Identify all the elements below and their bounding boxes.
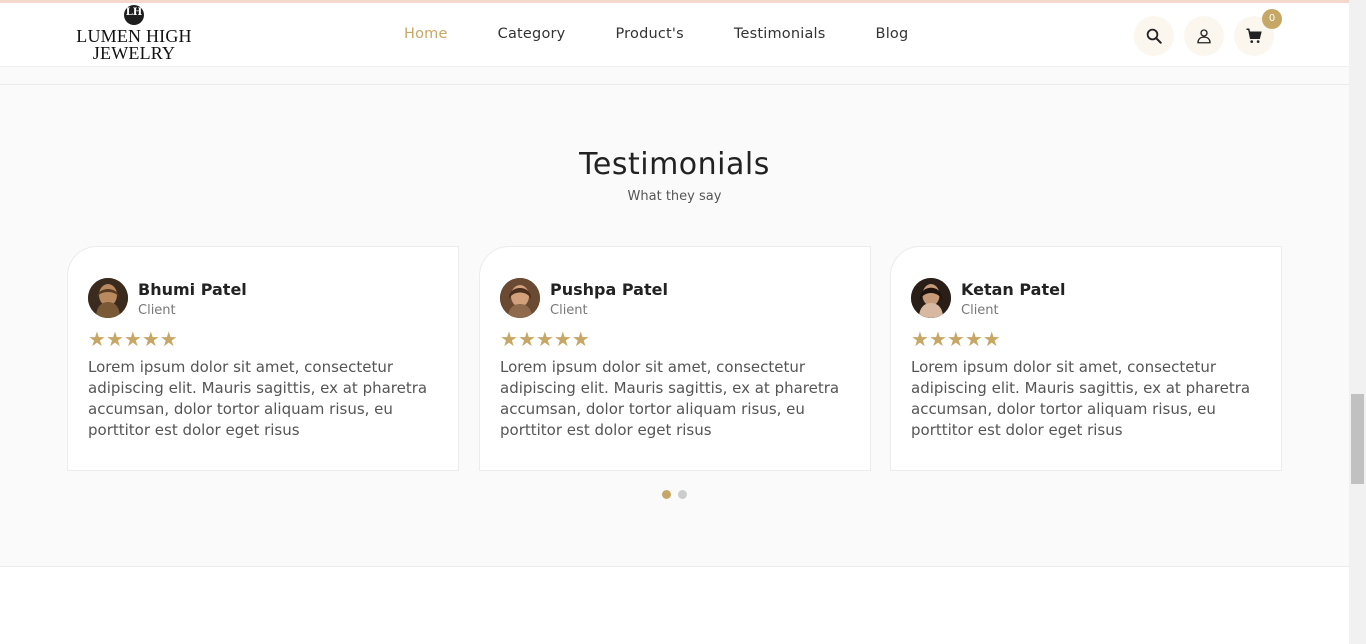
search-icon — [1146, 28, 1162, 44]
star-icon: ★ — [946, 327, 965, 351]
cart-icon — [1246, 28, 1262, 43]
site-header: LH LUMEN HIGH JEWELRY Home Category Prod… — [0, 3, 1349, 67]
reviewer-name: Bhumi Patel — [138, 280, 247, 299]
star-rating: ★ ★ ★ ★ ★ — [911, 329, 1001, 349]
star-icon: ★ — [159, 327, 178, 351]
nav-item-home[interactable]: Home — [404, 26, 448, 46]
star-icon: ★ — [105, 327, 124, 351]
page: LH LUMEN HIGH JEWELRY Home Category Prod… — [0, 0, 1349, 644]
star-rating: ★ ★ ★ ★ ★ — [500, 329, 590, 349]
avatar — [911, 278, 951, 318]
reviewer-name: Ketan Patel — [961, 280, 1066, 299]
carousel-dot[interactable] — [662, 490, 671, 499]
user-icon — [1197, 29, 1211, 44]
star-icon: ★ — [571, 327, 590, 351]
star-icon: ★ — [911, 327, 929, 351]
brand-logo[interactable]: LH LUMEN HIGH JEWELRY — [74, 5, 194, 65]
testimonial-card: Ketan Patel Client ★ ★ ★ ★ ★ Lorem ipsum dol… — [890, 246, 1282, 471]
cart-count-badge: 0 — [1262, 9, 1282, 29]
nav-item-blog[interactable]: Blog — [876, 26, 909, 46]
reviewer-role: Client — [961, 303, 999, 318]
star-icon: ★ — [964, 327, 983, 351]
reviewer-name: Pushpa Patel — [550, 280, 668, 299]
carousel-dot[interactable] — [678, 490, 687, 499]
testimonial-card: Pushpa Patel Client ★ ★ ★ ★ ★ Lorem ipsum do… — [479, 246, 871, 471]
star-icon: ★ — [553, 327, 572, 351]
nav-item-category[interactable]: Category — [498, 26, 566, 46]
section-subtitle: What they say — [627, 189, 722, 204]
avatar — [500, 278, 540, 318]
logo-mark-icon: LH — [124, 5, 144, 25]
account-button[interactable] — [1184, 16, 1224, 56]
testimonial-text: Lorem ipsum dolor sit amet, consectetur … — [500, 358, 840, 439]
testimonials-section: Testimonials What they say Bhumi Patel C… — [0, 85, 1349, 567]
scrollbar-thumb[interactable] — [1351, 394, 1364, 484]
testimonial-text: Lorem ipsum dolor sit amet, consectetur … — [88, 358, 428, 439]
star-icon: ★ — [535, 327, 554, 351]
logo-text: LUMEN HIGH JEWELRY — [76, 26, 192, 63]
star-icon: ★ — [982, 327, 1001, 351]
reviewer-role: Client — [550, 303, 588, 318]
search-button[interactable] — [1134, 16, 1174, 56]
page-scrollbar[interactable] — [1349, 0, 1366, 644]
nav-item-testimonials[interactable]: Testimonials — [734, 26, 826, 46]
star-icon: ★ — [500, 327, 518, 351]
avatar — [88, 278, 128, 318]
star-icon: ★ — [88, 327, 106, 351]
star-icon: ★ — [517, 327, 536, 351]
main-nav: Home Category Product's Testimonials Blo… — [404, 26, 958, 46]
reviewer-role: Client — [138, 303, 176, 318]
star-icon: ★ — [141, 327, 160, 351]
star-icon: ★ — [123, 327, 142, 351]
nav-item-products[interactable]: Product's — [615, 26, 683, 46]
carousel-pagination — [662, 490, 694, 499]
section-title: Testimonials — [579, 147, 770, 182]
testimonial-card: Bhumi Patel Client ★ ★ ★ ★ ★ Lorem ipsum dol… — [67, 246, 459, 471]
testimonial-text: Lorem ipsum dolor sit amet, consectetur … — [911, 358, 1251, 439]
star-icon: ★ — [928, 327, 947, 351]
star-rating: ★ ★ ★ ★ ★ — [88, 329, 178, 349]
section-divider — [0, 67, 1349, 85]
